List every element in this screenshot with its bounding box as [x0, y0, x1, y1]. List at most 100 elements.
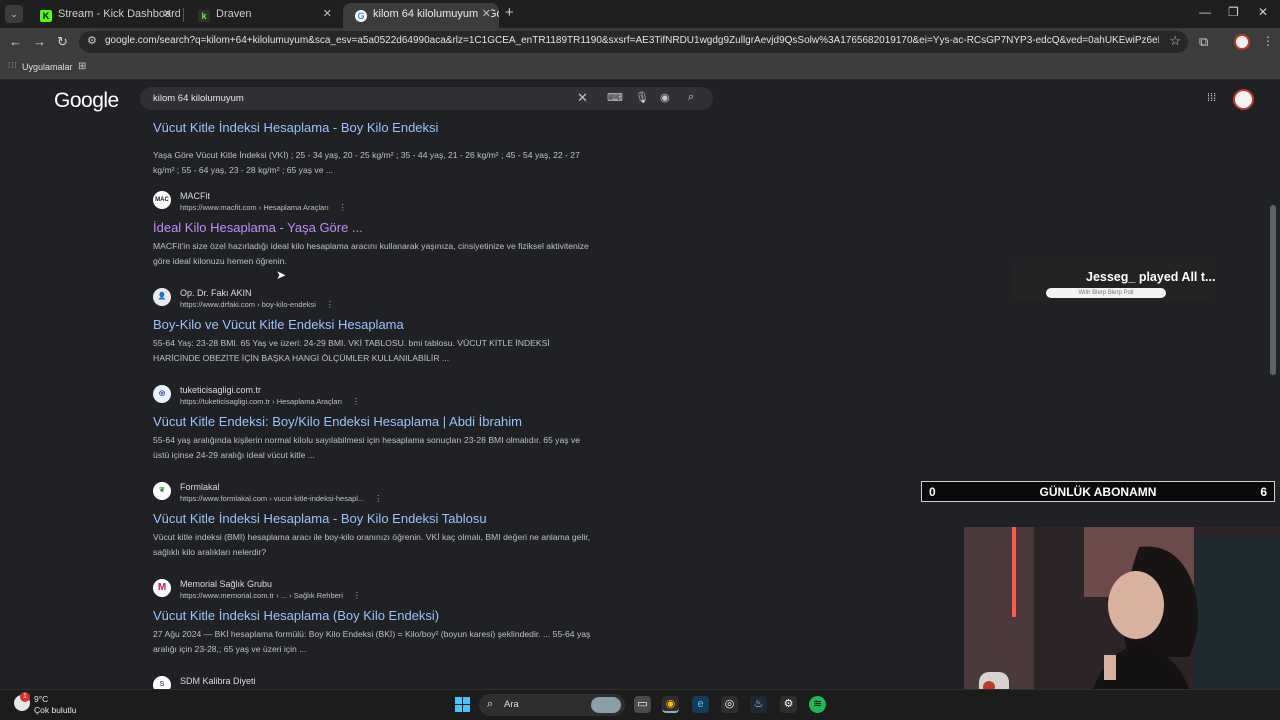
tab-draven[interactable]: k Draven ✕ [186, 3, 340, 28]
task-view-icon[interactable]: ▭ [634, 696, 651, 713]
browser-menu-icon[interactable]: ⋮ [1262, 34, 1274, 48]
minimize-icon[interactable]: — [1199, 5, 1211, 19]
result-site-name[interactable]: Op. Dr. Fakı AKIN [180, 288, 252, 298]
result-site-name[interactable]: tuketicisagligi.com.tr [180, 385, 261, 395]
site-info-icon[interactable]: ⚙ [87, 34, 97, 47]
result-snippet: 55-64 yaş aralığında kişilerin normal ki… [153, 435, 581, 460]
windows-taskbar: 1 9°C Çok bulutlu ⌕ Ara ▭ ◉ e ◎ ♨ ⚙ ≋ [0, 689, 1280, 720]
google-logo[interactable]: Google [54, 89, 119, 113]
daily-sub-goal-overlay: GÜNLÜK ABONAMN 0 6 [921, 481, 1275, 502]
result-breadcrumb[interactable]: https://www.memorial.com.tr › ... › Sağl… [180, 591, 361, 600]
back-arrow-icon[interactable]: ← [9, 34, 22, 50]
restore-icon[interactable]: ❐ [1228, 5, 1239, 19]
more-options-icon[interactable]: ⋮ [374, 494, 382, 503]
search-highlight-image [591, 697, 621, 713]
keyboard-icon[interactable]: ⌨ [607, 91, 623, 104]
sub-goal-label: GÜNLÜK ABONAMN [1039, 485, 1157, 499]
result-title-link[interactable]: Vücut Kitle İndeksi Hesaplama (Boy Kilo … [153, 608, 439, 623]
google-apps-icon[interactable]: ⁞⁞⁞ [1207, 92, 1216, 104]
result-site-name[interactable]: Memorial Sağlık Grubu [180, 579, 272, 589]
tab-search-dropdown-button[interactable]: ⌄ [5, 5, 23, 23]
tuketicisagligi-favicon-icon: ◎ [153, 385, 171, 403]
alert-text: Jesseg_ played All t... [1086, 270, 1216, 284]
tab-title: Stream - Kick Dashboard [58, 8, 180, 20]
mouse-cursor-icon: ➤ [276, 268, 287, 282]
result-site-name[interactable]: MACFit [180, 191, 210, 201]
extensions-puzzle-icon[interactable]: ⧉ [1199, 34, 1208, 50]
result-snippet: 55-64 Yaş: 23-28 BMI. 65 Yaş ve üzeri: 2… [153, 338, 550, 363]
result-breadcrumb[interactable]: https://www.macfit.com › Hesaplama Araçl… [180, 203, 347, 212]
close-tab-icon[interactable]: ✕ [323, 3, 332, 25]
tab-google-search[interactable]: Gkilom 64 kilolumuyum - Google'da Ara ✕ [343, 3, 499, 28]
bookmark-star-icon[interactable]: ☆ [1169, 33, 1181, 49]
chrome-icon[interactable]: ◉ [662, 696, 679, 713]
taskbar-search-label: Ara [504, 699, 519, 710]
obs-icon[interactable]: ◎ [721, 696, 738, 713]
more-options-icon[interactable]: ⋮ [352, 397, 360, 406]
result-breadcrumb-text: https://tuketicisagligi.com.tr › Hesapla… [180, 397, 343, 406]
weather-description[interactable]: Çok bulutlu [34, 705, 77, 715]
result-snippet: MACFit'in size özel hazırladığı ideal ki… [153, 241, 589, 266]
result-breadcrumb[interactable]: https://www.drfaki.com › boy-kilo-endeks… [180, 300, 334, 309]
close-tab-icon[interactable]: ✕ [478, 3, 491, 25]
lens-camera-icon[interactable]: ◉ [660, 91, 670, 104]
formlakal-favicon-icon: ❦ [153, 482, 171, 500]
result-breadcrumb[interactable]: https://tuketicisagligi.com.tr › Hesapla… [180, 397, 360, 406]
clear-search-icon[interactable]: ✕ [577, 90, 588, 106]
sub-goal-current: 0 [929, 485, 936, 499]
result-snippet: 27 Ağu 2024 — BKİ hesaplama formülü: Boy… [153, 629, 591, 654]
search-icon: ⌕ [487, 698, 494, 710]
sdm-favicon-icon: S [153, 676, 171, 689]
taskbar-search[interactable]: ⌕ Ara [479, 694, 625, 716]
google-icon: G [355, 10, 367, 22]
kick-icon: K [40, 10, 52, 22]
forward-arrow-icon[interactable]: → [33, 34, 46, 50]
spotify-icon[interactable]: ≋ [809, 696, 826, 713]
result-site-name[interactable]: SDM Kalibra Diyeti [180, 676, 256, 686]
bookmarks-bar: ⁞⁞⁞ Uygulamalar ⊞ [0, 56, 1280, 80]
address-bar[interactable]: ⚙ google.com/search?q=kilom+64+kilolumuy… [79, 31, 1188, 53]
search-icon[interactable]: ⌕ [688, 91, 694, 104]
alert-subtext: With Blerp Blerp Poll [1046, 288, 1166, 298]
google-account-avatar[interactable] [1233, 89, 1254, 110]
tab-groups-grid-icon[interactable]: ⊞ [78, 61, 86, 72]
close-tab-icon[interactable]: ✕ [163, 3, 172, 25]
search-query[interactable]: kilom 64 kilolumuyum [153, 93, 244, 104]
doctor-favicon-icon: 👤 [153, 288, 171, 306]
settings-gear-icon[interactable]: ⚙ [780, 696, 797, 713]
apps-dots-icon[interactable]: ⁞⁞⁞ [8, 61, 18, 70]
result-breadcrumb-text: https://www.memorial.com.tr › ... › Sağl… [180, 591, 343, 600]
result-title-link[interactable]: Boy-Kilo ve Vücut Kitle Endeksi Hesaplam… [153, 317, 404, 332]
result-title-link[interactable]: Vücut Kitle İndeksi Hesaplama - Boy Kilo… [153, 511, 487, 526]
result-snippet: Vücut kitle indeksi (BMI) hesaplama arac… [153, 532, 591, 557]
result-breadcrumb-text: https://www.formlakal.com › vucut-kitle-… [180, 494, 365, 503]
kick-icon: k [198, 10, 210, 22]
bookmark-apps-label[interactable]: Uygulamalar [22, 62, 73, 72]
tab-separator [183, 8, 184, 22]
tab-kick-dashboard[interactable]: K Stream - Kick Dashboard ✕ [28, 3, 180, 28]
close-window-icon[interactable]: ✕ [1258, 5, 1268, 19]
steam-icon[interactable]: ♨ [750, 696, 767, 713]
more-options-icon[interactable]: ⋮ [339, 203, 347, 212]
windows-start-icon[interactable] [455, 697, 470, 712]
more-options-icon[interactable]: ⋮ [353, 591, 361, 600]
result-breadcrumb-text: https://www.drfaki.com › boy-kilo-endeks… [180, 300, 316, 309]
result-site-name[interactable]: Formlakal [180, 482, 220, 492]
result-title-link[interactable]: İdeal Kilo Hesaplama - Yaşa Göre ... [153, 220, 363, 235]
reload-icon[interactable]: ↻ [57, 34, 68, 50]
profile-avatar[interactable] [1234, 34, 1250, 50]
weather-temperature[interactable]: 9°C [34, 694, 48, 704]
more-options-icon[interactable]: ⋮ [326, 300, 334, 309]
search-box[interactable]: kilom 64 kilolumuyum ✕ ⌨ 🎙 ◉ ⌕ [140, 87, 713, 110]
url-text[interactable]: google.com/search?q=kilom+64+kilolumuyum… [105, 35, 1159, 46]
result-breadcrumb[interactable]: https://www.formlakal.com › vucut-kitle-… [180, 494, 382, 503]
page-scrollbar[interactable] [1270, 205, 1276, 375]
new-tab-button[interactable]: + [505, 3, 519, 23]
result-title-link[interactable]: Vücut Kitle İndeksi Hesaplama - Boy Kilo… [153, 120, 438, 135]
macfit-favicon-icon: MAC [153, 191, 171, 209]
microphone-icon[interactable]: 🎙 [635, 91, 649, 104]
edge-icon[interactable]: e [692, 696, 709, 713]
stream-alert-overlay: Jesseg_ played All t... With Blerp Blerp… [1013, 262, 1215, 301]
result-title-link[interactable]: Vücut Kitle Endeksi: Boy/Kilo Endeksi He… [153, 414, 522, 429]
notification-badge: 1 [20, 692, 30, 702]
